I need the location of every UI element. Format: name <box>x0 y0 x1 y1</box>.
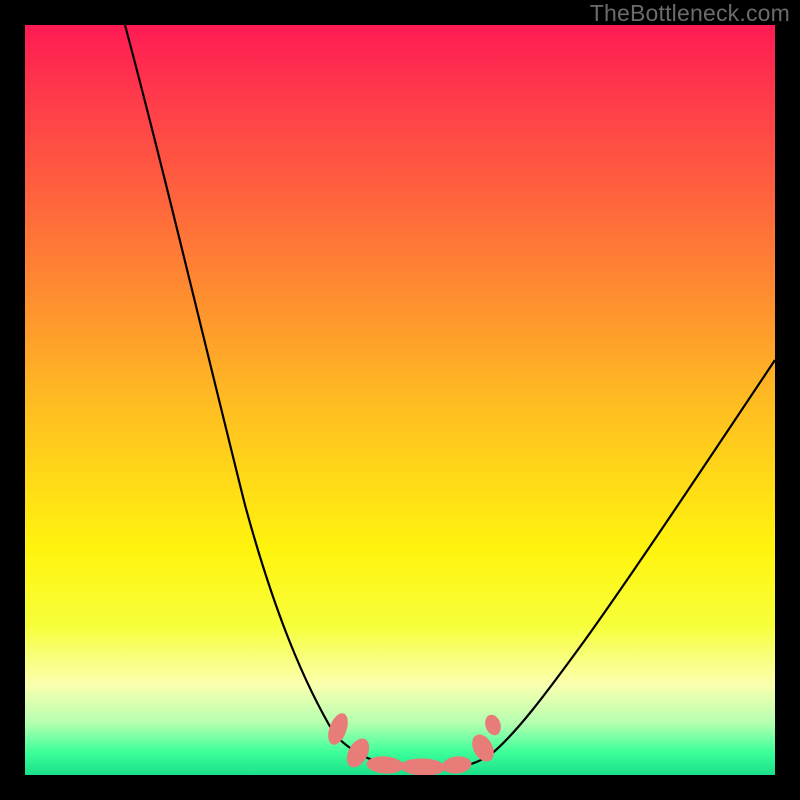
trough-dots-cluster <box>325 711 503 775</box>
chart-frame: TheBottleneck.com <box>0 0 800 800</box>
curve-layer <box>25 25 775 775</box>
watermark-text: TheBottleneck.com <box>590 0 790 27</box>
plot-area <box>25 25 775 775</box>
bottleneck-curve <box>125 25 775 770</box>
